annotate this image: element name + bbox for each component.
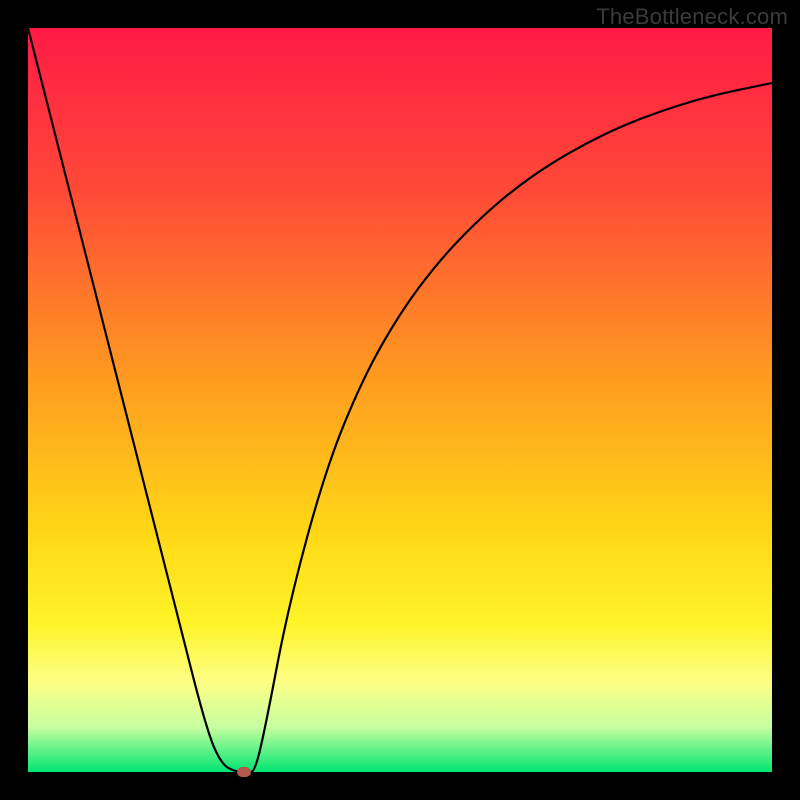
chart-frame: TheBottleneck.com [0,0,800,800]
plot-area [28,28,772,772]
watermark-label: TheBottleneck.com [596,4,788,30]
minimum-marker-dot [237,767,251,777]
